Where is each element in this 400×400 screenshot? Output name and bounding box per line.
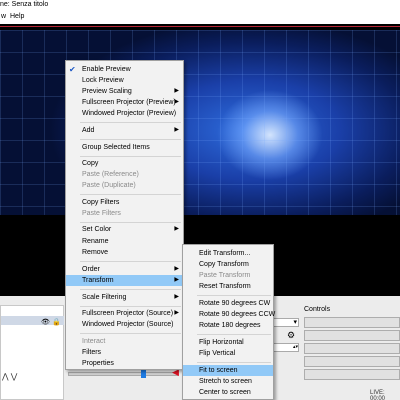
menu-item-fullscreen-projector-source[interactable]: Fullscreen Projector (Source) ▶ [66, 308, 183, 319]
menu-item-lock-preview[interactable]: Lock Preview [66, 75, 183, 86]
menu-item-transform[interactable]: Transform ▶ [66, 275, 183, 286]
menu-separator [80, 333, 181, 334]
menu-help[interactable]: Help [10, 13, 24, 20]
menu-item-paste-reference: Paste (Reference) [82, 171, 139, 178]
menu-separator [80, 261, 181, 262]
controls-title: Controls [304, 306, 331, 313]
menu-item-fit-to-screen[interactable]: Fit to screen [183, 365, 273, 376]
title-bar: ne: Senza titolo [0, 0, 400, 10]
menu-item-add[interactable]: Add ▶ [66, 125, 183, 136]
chevron-right-icon: ▶ [174, 88, 179, 94]
menu-separator [80, 122, 181, 123]
menu-item-center-to-screen[interactable]: Center to screen [183, 387, 273, 398]
volume-slider[interactable] [68, 372, 178, 376]
menu-item-filters[interactable]: Filters [66, 347, 183, 358]
gear-icon[interactable]: ⚙ [287, 330, 295, 341]
duration-spinner[interactable]: ▴▾ [272, 343, 299, 352]
menu-item-copy-filters[interactable]: Copy Filters [66, 197, 183, 208]
menu-item-flip-vertical[interactable]: Flip Vertical [183, 348, 273, 359]
menu-item-scale-filtering[interactable]: Scale Filtering ▶ [66, 292, 183, 303]
menu-item-paste-duplicate: Paste (Duplicate) [82, 182, 136, 189]
menu-item-paste-transform: Paste Transform [199, 272, 251, 279]
menu-item-paste-filters: Paste Filters [82, 210, 121, 217]
menu-separator [80, 222, 181, 223]
menu-bar: w Help [0, 10, 400, 24]
menu-separator [197, 295, 271, 296]
chevron-right-icon: ▶ [174, 277, 179, 283]
control-button-3[interactable] [304, 343, 400, 354]
lock-icon[interactable]: 🔒 [52, 318, 61, 326]
menu-item-copy[interactable]: Copy [66, 158, 183, 169]
control-button-2[interactable] [304, 330, 400, 341]
control-button-5[interactable] [304, 369, 400, 380]
menu-item-rename[interactable]: Rename [66, 236, 183, 247]
menu-item-group-selected[interactable]: Group Selected Items [66, 142, 183, 153]
chevron-right-icon: ▶ [174, 294, 179, 300]
chevron-right-icon: ▶ [174, 266, 179, 272]
controls-header: Controls [302, 305, 400, 315]
menu-item-rotate-180[interactable]: Rotate 180 degrees [183, 320, 273, 331]
menu-item-preview-scaling[interactable]: Preview Scaling ▶ [66, 86, 183, 97]
chevron-right-icon: ▶ [174, 226, 179, 232]
transition-select[interactable] [272, 318, 299, 327]
preview-image [0, 30, 400, 216]
menu-item-set-color[interactable]: Set Color ▶ [66, 224, 183, 235]
menu-item-copy-transform[interactable]: Copy Transform [183, 259, 273, 270]
menu-item-reset-transform[interactable]: Reset Transform [183, 281, 273, 292]
menu-item-windowed-projector-preview[interactable]: Windowed Projector (Preview) [66, 108, 183, 119]
move-arrows-icon[interactable]: ⋀ ⋁ [2, 372, 17, 381]
menu-view[interactable]: w [1, 13, 6, 20]
menu-item-rotate-cw[interactable]: Rotate 90 degrees CW [183, 298, 273, 309]
menu-item-fullscreen-projector-preview[interactable]: Fullscreen Projector (Preview) ▶ [66, 97, 183, 108]
menu-separator [80, 194, 181, 195]
eye-icon[interactable]: 👁 [41, 318, 50, 326]
chevron-right-icon: ▶ [174, 310, 179, 316]
check-icon: ✔ [69, 65, 76, 74]
menu-separator [80, 289, 181, 290]
menu-separator [80, 306, 181, 307]
menu-item-edit-transform[interactable]: Edit Transform... [183, 248, 273, 259]
menu-separator [80, 139, 181, 140]
menu-separator [197, 334, 271, 335]
menu-item-flip-horizontal[interactable]: Flip Horizontal [183, 337, 273, 348]
sources-panel: 👁 🔒 [0, 305, 65, 400]
control-button-4[interactable] [304, 356, 400, 367]
menu-separator [80, 156, 181, 157]
safe-area-line [0, 26, 400, 27]
menu-item-enable-preview[interactable]: ✔ Enable Preview [66, 64, 183, 75]
status-live: LIVE: 00:00 [370, 390, 386, 400]
menu-item-stretch-to-screen[interactable]: Stretch to screen [183, 376, 273, 387]
menu-item-remove[interactable]: Remove [66, 247, 183, 258]
menu-separator [197, 362, 271, 363]
menu-item-properties[interactable]: Properties [66, 358, 183, 369]
menu-item-windowed-projector-source[interactable]: Windowed Projector (Source) [66, 319, 183, 330]
menu-item-interact: Interact [82, 338, 106, 345]
chevron-right-icon: ▶ [174, 99, 179, 105]
menu-item-rotate-ccw[interactable]: Rotate 90 degrees CCW [183, 309, 275, 320]
control-button-1[interactable] [304, 317, 400, 328]
menu-item-order[interactable]: Order ▶ [66, 264, 183, 275]
chevron-right-icon: ▶ [174, 127, 179, 133]
transform-submenu: Edit Transform... Copy Transform Paste T… [182, 244, 275, 400]
context-menu: ✔ Enable Preview Lock Preview Preview Sc… [65, 60, 184, 370]
window-title: ne: Senza titolo [0, 1, 49, 8]
